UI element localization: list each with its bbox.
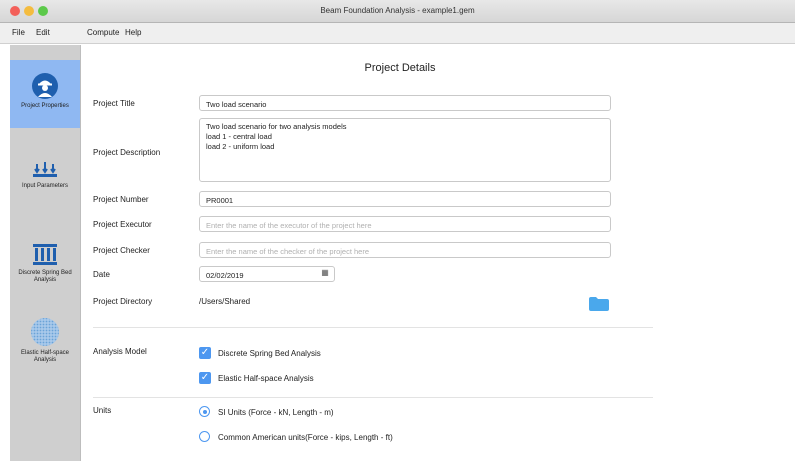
half-space-icon bbox=[31, 318, 59, 346]
window-title: Beam Foundation Analysis - example1.gem bbox=[320, 6, 475, 15]
description-line: load 2 - uniform load bbox=[206, 142, 275, 151]
spring-bed-icon bbox=[33, 244, 57, 265]
load-arrows-icon bbox=[33, 162, 57, 177]
page-title: Project Details bbox=[364, 62, 436, 74]
sidebar-item-label: Project Properties bbox=[21, 103, 69, 109]
project-checker-label: Project Checker bbox=[93, 246, 150, 255]
units-label: Units bbox=[93, 406, 112, 415]
divider bbox=[93, 327, 653, 328]
menu-compute[interactable]: Compute bbox=[87, 28, 119, 37]
american-units-option-label: Common American units(Force - kips, Leng… bbox=[218, 433, 393, 442]
menu-bar: File Edit Compute Help bbox=[0, 23, 795, 44]
project-description-field[interactable]: Two load scenario for two analysis model… bbox=[199, 118, 611, 182]
project-executor-label: Project Executor bbox=[93, 220, 152, 229]
sidebar-item-label: Discrete Spring Bed Analysis bbox=[18, 270, 72, 283]
sidebar-item-elastic-half-space[interactable]: Elastic Half-space Analysis bbox=[10, 317, 80, 364]
date-field[interactable]: 02/02/2019 bbox=[199, 266, 335, 282]
project-number-label: Project Number bbox=[93, 195, 149, 204]
sidebar-item-label: Input Parameters bbox=[21, 183, 69, 189]
si-units-option-label: SI Units (Force - kN, Length - m) bbox=[218, 408, 334, 417]
project-title-field[interactable]: Two load scenario bbox=[199, 95, 611, 111]
date-label: Date bbox=[93, 270, 110, 279]
sidebar-item-input-parameters[interactable]: Input Parameters bbox=[10, 162, 80, 190]
elastic-half-space-option-label: Elastic Half-space Analysis bbox=[218, 374, 314, 383]
divider bbox=[93, 397, 653, 398]
menu-help[interactable]: Help bbox=[125, 28, 141, 37]
folder-icon[interactable] bbox=[588, 296, 610, 312]
project-description-label: Project Description bbox=[93, 148, 161, 157]
american-units-radio[interactable] bbox=[199, 431, 210, 442]
project-checker-field[interactable]: Enter the name of the checker of the pro… bbox=[199, 242, 611, 258]
description-line: load 1 - central load bbox=[206, 132, 272, 141]
discrete-spring-bed-checkbox[interactable]: ✓ bbox=[199, 347, 211, 359]
discrete-spring-bed-option-label: Discrete Spring Bed Analysis bbox=[218, 349, 321, 358]
calendar-icon[interactable]: ▦ bbox=[316, 266, 334, 280]
project-title-label: Project Title bbox=[93, 99, 135, 108]
menu-edit[interactable]: Edit bbox=[36, 28, 50, 37]
project-directory-label: Project Directory bbox=[93, 297, 153, 306]
analysis-model-label: Analysis Model bbox=[93, 347, 147, 356]
sidebar-item-discrete-spring-bed[interactable]: Discrete Spring Bed Analysis bbox=[10, 243, 80, 284]
menu-file[interactable]: File bbox=[12, 28, 25, 37]
project-directory-value: /Users/Shared bbox=[199, 297, 251, 306]
elastic-half-space-checkbox[interactable]: ✓ bbox=[199, 372, 211, 384]
project-number-field[interactable]: PR0001 bbox=[199, 191, 611, 207]
sidebar-item-project-properties[interactable]: Project Properties bbox=[10, 60, 80, 128]
project-executor-field[interactable]: Enter the name of the executor of the pr… bbox=[199, 216, 611, 232]
description-line: Two load scenario for two analysis model… bbox=[206, 122, 347, 131]
si-units-radio[interactable] bbox=[199, 406, 210, 417]
title-bar: Beam Foundation Analysis - example1.gem bbox=[0, 0, 795, 23]
sidebar: Project Properties Input Parameters Disc… bbox=[10, 45, 81, 461]
engineer-icon bbox=[32, 73, 58, 99]
window-left-edge bbox=[0, 45, 10, 461]
sidebar-item-label: Elastic Half-space Analysis bbox=[20, 350, 70, 363]
